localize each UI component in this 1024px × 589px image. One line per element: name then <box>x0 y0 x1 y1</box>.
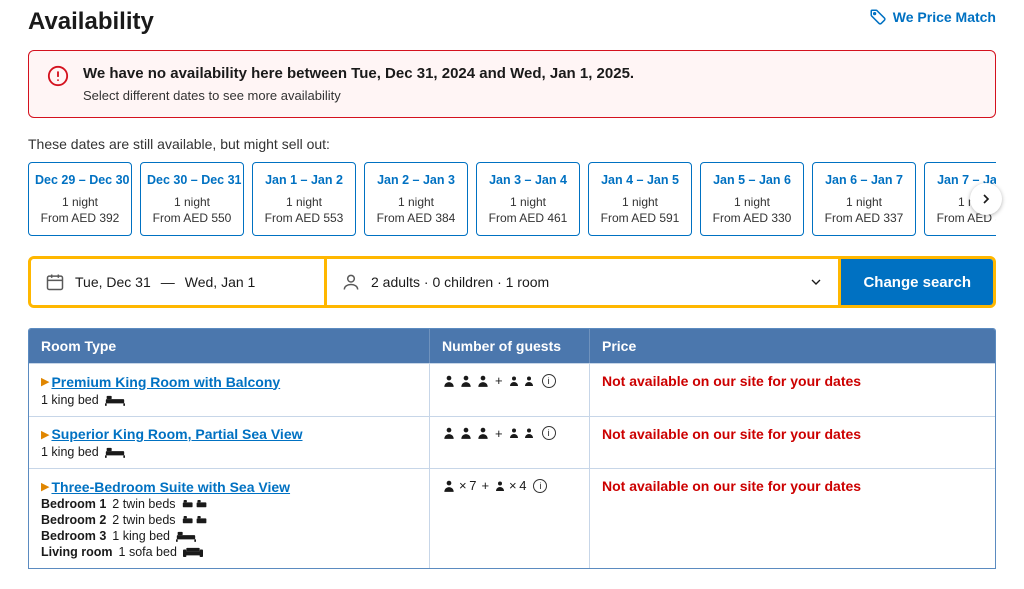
date-card[interactable]: Jan 3 – Jan 4 1 night From AED 461 <box>476 162 580 236</box>
date-nights: 1 night <box>595 195 685 209</box>
th-price: Price <box>589 329 995 363</box>
not-available-text: Not available on our site for your dates <box>602 478 861 494</box>
bed-line: Living room 1 sofa bed <box>41 545 417 559</box>
date-price: From AED 550 <box>147 211 237 225</box>
date-range: Jan 1 – Jan 2 <box>259 173 349 187</box>
th-room: Room Type <box>29 329 429 363</box>
bed-line: Bedroom 3 1 king bed <box>41 529 417 543</box>
alert-subtitle: Select different dates to see more avail… <box>83 88 634 103</box>
date-price: From AED 337 <box>819 211 909 225</box>
caret-right-icon: ▶ <box>41 428 49 441</box>
date-card[interactable]: Jan 6 – Jan 7 1 night From AED 337 <box>812 162 916 236</box>
date-picker[interactable]: Tue, Dec 31 — Wed, Jan 1 <box>31 259 327 305</box>
calendar-icon <box>45 272 65 292</box>
date-nights: 1 night <box>819 195 909 209</box>
date-price: From AED 330 <box>707 211 797 225</box>
date-card[interactable]: Jan 5 – Jan 6 1 night From AED 330 <box>700 162 804 236</box>
bed-line: Bedroom 2 2 twin beds <box>41 513 417 527</box>
table-row: ▶ Three-Bedroom Suite with Sea View Bedr… <box>29 468 995 568</box>
alert-icon <box>47 65 69 87</box>
date-nights: 1 night <box>371 195 461 209</box>
price-match-link[interactable]: We Price Match <box>869 8 996 26</box>
still-available-label: These dates are still available, but mig… <box>28 136 996 152</box>
date-card[interactable]: Dec 30 – Dec 31 1 night From AED 550 <box>140 162 244 236</box>
info-icon[interactable]: i <box>542 374 556 388</box>
date-price: From AED 591 <box>595 211 685 225</box>
chevron-down-icon <box>808 274 824 290</box>
alert-title: We have no availability here between Tue… <box>83 65 634 82</box>
table-row: ▶ Superior King Room, Partial Sea View 1… <box>29 416 995 469</box>
guest-icons: +i <box>442 426 577 441</box>
date-range: Jan 4 – Jan 5 <box>595 173 685 187</box>
table-header: Room Type Number of guests Price <box>29 329 995 363</box>
date-price: From AED 392 <box>35 211 125 225</box>
date-card[interactable]: Dec 29 – Dec 30 1 night From AED 392 <box>28 162 132 236</box>
date-range: Dec 29 – Dec 30 <box>35 173 125 187</box>
date-to: Wed, Jan 1 <box>185 274 256 290</box>
info-icon[interactable]: i <box>533 479 547 493</box>
page-title: Availability <box>28 8 154 36</box>
bed-icon <box>182 497 208 511</box>
date-range: Jan 6 – Jan 7 <box>819 173 909 187</box>
date-from: Tue, Dec 31 <box>75 274 151 290</box>
bed-line: Bedroom 1 2 twin beds <box>41 497 417 511</box>
date-card[interactable]: Jan 4 – Jan 5 1 night From AED 591 <box>588 162 692 236</box>
bed-line: 1 king bed <box>41 445 417 459</box>
room-link[interactable]: Superior King Room, Partial Sea View <box>51 426 302 442</box>
caret-right-icon: ▶ <box>41 480 49 493</box>
room-link[interactable]: Premium King Room with Balcony <box>51 374 280 390</box>
rooms-table: Room Type Number of guests Price ▶ Premi… <box>28 328 996 569</box>
bed-icon <box>183 545 203 559</box>
date-nights: 1 night <box>147 195 237 209</box>
search-bar: Tue, Dec 31 — Wed, Jan 1 2 adults · 0 ch… <box>28 256 996 308</box>
date-card-row: Dec 29 – Dec 30 1 night From AED 392Dec … <box>28 162 996 236</box>
guest-icons: +i <box>442 373 577 388</box>
change-search-button[interactable]: Change search <box>841 259 993 305</box>
date-nights: 1 night <box>483 195 573 209</box>
no-availability-alert: We have no availability here between Tue… <box>28 50 996 118</box>
date-price: From AED 553 <box>259 211 349 225</box>
date-range: Jan 2 – Jan 3 <box>371 173 461 187</box>
caret-right-icon: ▶ <box>41 375 49 388</box>
date-price: From AED 384 <box>371 211 461 225</box>
bed-icon <box>182 513 208 527</box>
guest-icons: × 7+× 4i <box>442 478 577 493</box>
info-icon[interactable]: i <box>542 426 556 440</box>
date-nights: 1 night <box>35 195 125 209</box>
date-nights: 1 night <box>707 195 797 209</box>
not-available-text: Not available on our site for your dates <box>602 373 861 389</box>
guest-picker[interactable]: 2 adults · 0 children · 1 room <box>327 259 841 305</box>
date-range: Dec 30 – Dec 31 <box>147 173 237 187</box>
guest-summary: 2 adults · 0 children · 1 room <box>371 274 549 290</box>
bed-icon <box>176 529 196 543</box>
date-card[interactable]: Jan 1 – Jan 2 1 night From AED 553 <box>252 162 356 236</box>
date-card[interactable]: Jan 2 – Jan 3 1 night From AED 384 <box>364 162 468 236</box>
date-price: From AED 461 <box>483 211 573 225</box>
chevron-right-icon <box>978 191 994 207</box>
room-link[interactable]: Three-Bedroom Suite with Sea View <box>51 479 290 495</box>
date-range: Jan 5 – Jan 6 <box>707 173 797 187</box>
tag-icon <box>869 8 887 26</box>
table-row: ▶ Premium King Room with Balcony 1 king … <box>29 363 995 416</box>
person-icon <box>341 272 361 292</box>
bed-line: 1 king bed <box>41 393 417 407</box>
date-sep: — <box>161 274 175 290</box>
bed-icon <box>105 393 125 407</box>
date-range: Jan 3 – Jan 4 <box>483 173 573 187</box>
th-guests: Number of guests <box>429 329 589 363</box>
scroll-right-button[interactable] <box>970 183 1002 215</box>
not-available-text: Not available on our site for your dates <box>602 426 861 442</box>
bed-icon <box>105 445 125 459</box>
price-match-label: We Price Match <box>893 9 996 25</box>
date-nights: 1 night <box>259 195 349 209</box>
